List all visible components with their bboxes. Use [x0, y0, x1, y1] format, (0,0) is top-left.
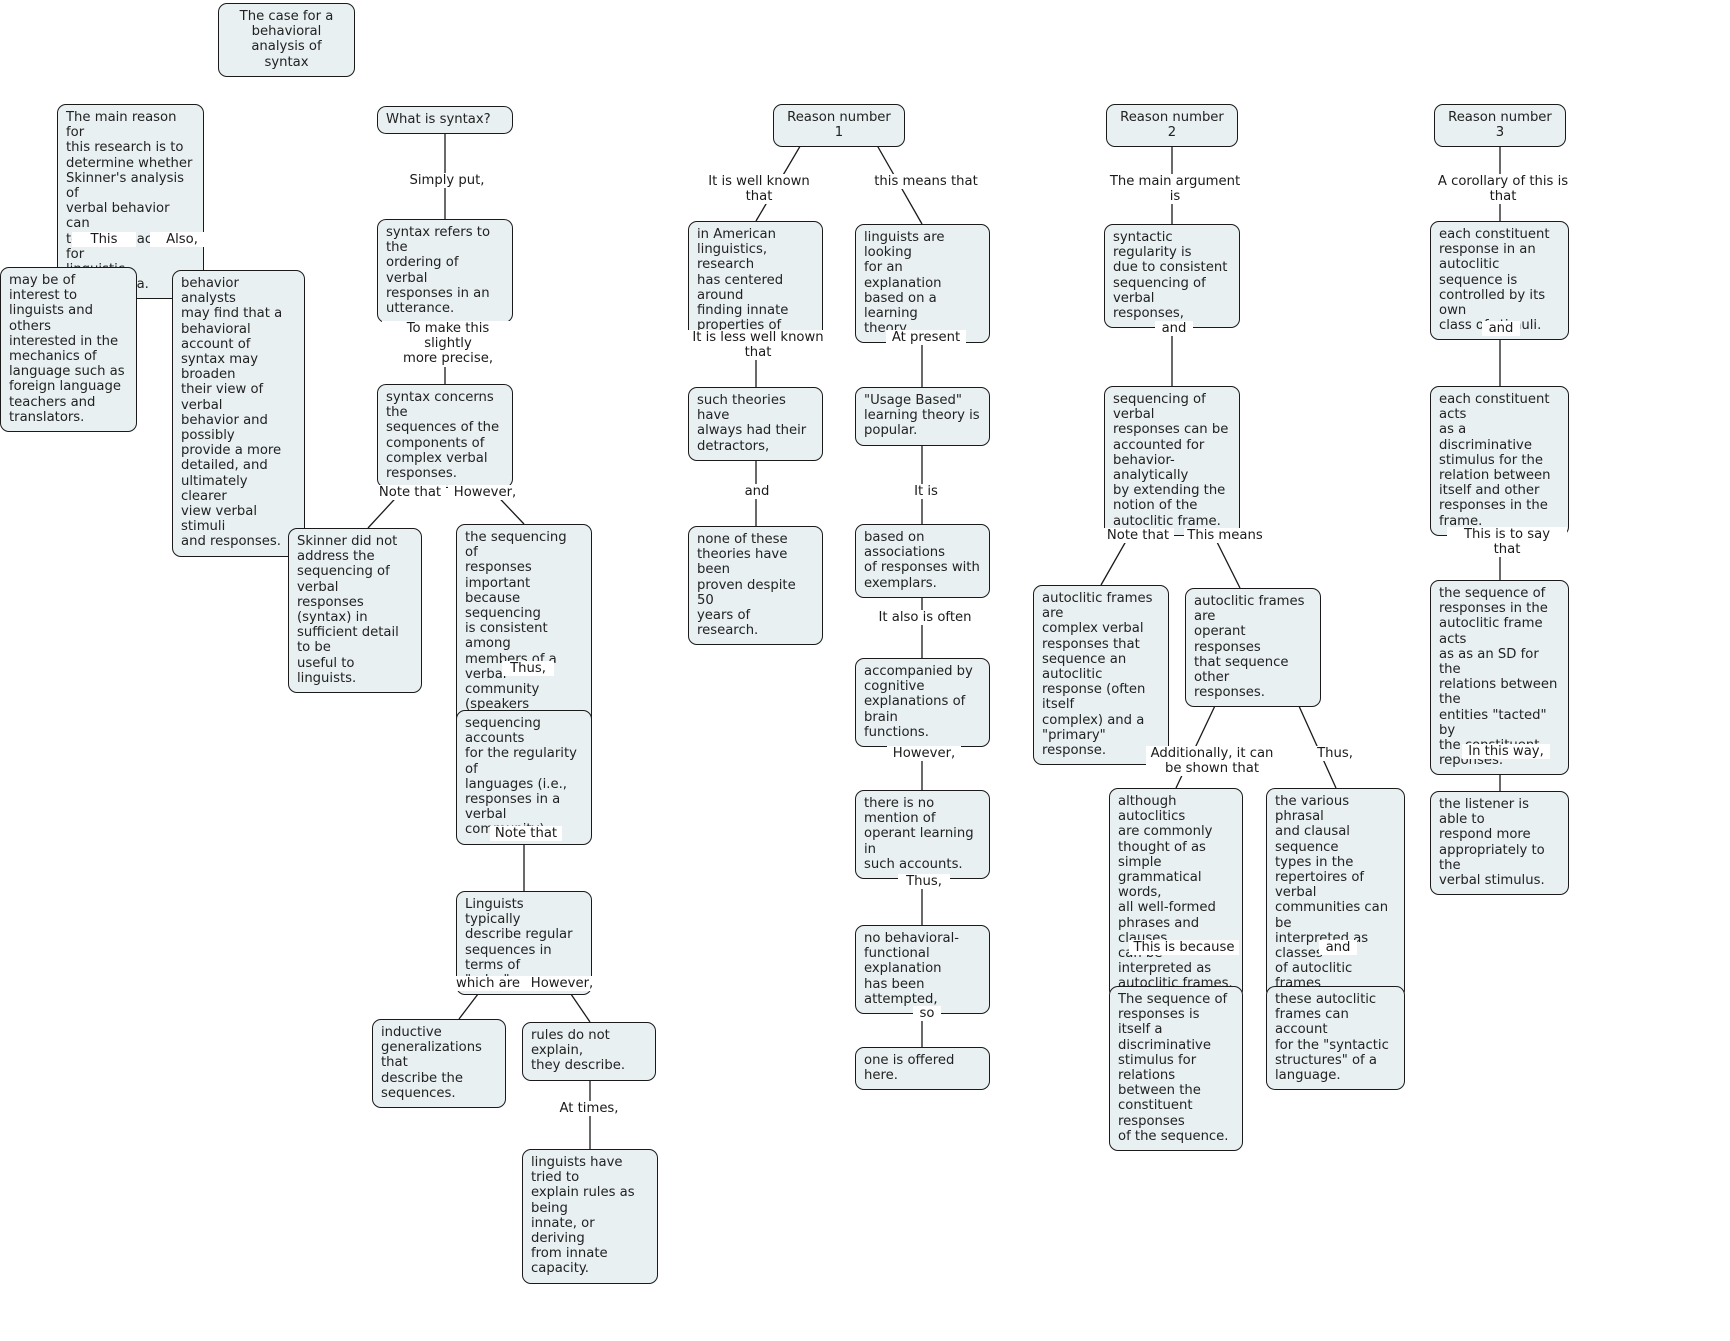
link-label-lbl-thus-1: Thus, — [502, 661, 554, 677]
link-label-lbl-note-that-2: Note that — [490, 826, 562, 842]
concept-node-reason-2[interactable]: Reason number 2 — [1106, 104, 1238, 148]
concept-node-reason-3[interactable]: Reason number 3 — [1434, 104, 1566, 148]
concept-node-reason-1[interactable]: Reason number 1 — [773, 104, 905, 148]
concept-node-accompanied[interactable]: accompanied by cognitive explanations of… — [855, 658, 990, 748]
link-label-lbl-at-present: At present — [886, 330, 966, 346]
concept-node-phrasal-clausal[interactable]: the various phrasal and clausal sequence… — [1266, 788, 1405, 999]
concept-node-syntax-refers[interactable]: syntax refers to the ordering of verbal … — [377, 219, 513, 324]
concept-node-seq-accounted[interactable]: sequencing of verbal responses can be ac… — [1104, 386, 1240, 536]
concept-node-although-ac[interactable]: although autoclitics are commonly though… — [1109, 788, 1243, 999]
link-label-lbl-and-2: and — [1155, 321, 1193, 337]
link-label-lbl-this: This — [72, 232, 136, 248]
link-label-lbl-this-because: This is because — [1129, 940, 1239, 956]
link-label-lbl-also-often: It also is often — [873, 610, 977, 626]
link-label-lbl-however-2: However, — [525, 976, 599, 992]
link-label-lbl-in-this-way: In this way, — [1462, 744, 1550, 760]
concept-node-such-theories[interactable]: such theories have always had their detr… — [688, 387, 823, 461]
link-label-lbl-it-is: It is — [907, 484, 945, 500]
concept-node-ac-account[interactable]: these autoclitic frames can account for … — [1266, 986, 1405, 1091]
concept-node-linguists-look[interactable]: linguists are looking for an explanation… — [855, 224, 990, 344]
concept-node-ac-operant[interactable]: autoclitic frames are operant responses … — [1185, 588, 1321, 708]
concept-node-seq-is-sd[interactable]: The sequence of responses is itself a di… — [1109, 986, 1243, 1152]
concept-node-skinner-did-not[interactable]: Skinner did not address the sequencing o… — [288, 528, 422, 694]
link-label-lbl-well-known: It is well known that — [695, 174, 823, 205]
concept-node-seq-accounts[interactable]: sequencing accounts for the regularity o… — [456, 710, 592, 845]
link-label-lbl-more-precise: To make this slightly more precise, — [382, 321, 514, 367]
concept-node-usage-based[interactable]: "Usage Based" learning theory is popular… — [855, 387, 990, 446]
link-label-lbl-however-1: However, — [448, 485, 522, 501]
link-label-lbl-note-that-1: Note that — [374, 485, 446, 501]
concept-node-one-offered[interactable]: one is offered here. — [855, 1047, 990, 1091]
link-label-lbl-so: so — [913, 1006, 941, 1022]
link-label-lbl-to-say-that: This is to say that — [1447, 527, 1567, 558]
concept-node-ac-complex[interactable]: autoclitic frames are complex verbal res… — [1033, 585, 1169, 766]
concept-node-none-proven[interactable]: none of these theories have been proven … — [688, 526, 823, 646]
link-label-lbl-and-1: and — [738, 484, 776, 500]
link-label-lbl-less-known: It is less well known that — [680, 330, 836, 361]
link-label-lbl-which-are: which are — [450, 976, 526, 992]
concept-map-canvas: The case for a behavioral analysis of sy… — [0, 0, 1730, 1341]
concept-node-no-behavioral[interactable]: no behavioral- functional explanation ha… — [855, 925, 990, 1015]
concept-node-no-mention[interactable]: there is no mention of operant learning … — [855, 790, 990, 880]
link-label-lbl-means-that: this means that — [872, 174, 980, 190]
concept-node-linguists-tried[interactable]: linguists have tried to explain rules as… — [522, 1149, 658, 1284]
concept-node-behavior-analysts[interactable]: behavior analysts may find that a behavi… — [172, 270, 305, 557]
concept-node-inductive-gen[interactable]: inductive generalizations that describe … — [372, 1019, 506, 1109]
concept-node-based-assoc[interactable]: based on associations of responses with … — [855, 524, 990, 598]
link-label-lbl-also: Also, — [150, 232, 214, 248]
concept-node-syntactic-reg[interactable]: syntactic regularity is due to consisten… — [1104, 224, 1240, 329]
link-label-lbl-however-3: However, — [887, 746, 961, 762]
link-label-lbl-this-means: This means — [1184, 528, 1266, 544]
concept-node-listener-able[interactable]: the listener is able to respond more app… — [1430, 791, 1569, 896]
link-label-lbl-simply-put: Simply put, — [401, 173, 493, 189]
link-label-lbl-at-times: At times, — [554, 1101, 624, 1117]
link-label-lbl-main-arg: The main argument is — [1103, 174, 1247, 205]
concept-node-each-discrim[interactable]: each constituent acts as a discriminativ… — [1430, 386, 1569, 536]
link-label-lbl-and-3: and — [1319, 940, 1357, 956]
link-label-lbl-note-that-3: Note that — [1102, 528, 1174, 544]
concept-node-what-is-syntax[interactable]: What is syntax? — [377, 106, 513, 135]
concept-node-rules-do-not[interactable]: rules do not explain, they describe. — [522, 1022, 656, 1081]
link-label-lbl-thus-3: Thus, — [1309, 746, 1361, 762]
concept-node-sequencing-imp[interactable]: the sequencing of responses important be… — [456, 524, 592, 735]
link-label-lbl-thus-2: Thus, — [898, 874, 950, 890]
link-label-lbl-corollary: A corollary of this is that — [1425, 174, 1581, 205]
link-label-lbl-and-4: and — [1482, 321, 1520, 337]
link-label-lbl-additionally: Additionally, it can be shown that — [1146, 746, 1278, 777]
concept-node-root[interactable]: The case for a behavioral analysis of sy… — [218, 3, 355, 77]
concept-node-syntax-concerns[interactable]: syntax concerns the sequences of the com… — [377, 384, 513, 489]
concept-node-interest[interactable]: may be of interest to linguists and othe… — [0, 267, 137, 433]
